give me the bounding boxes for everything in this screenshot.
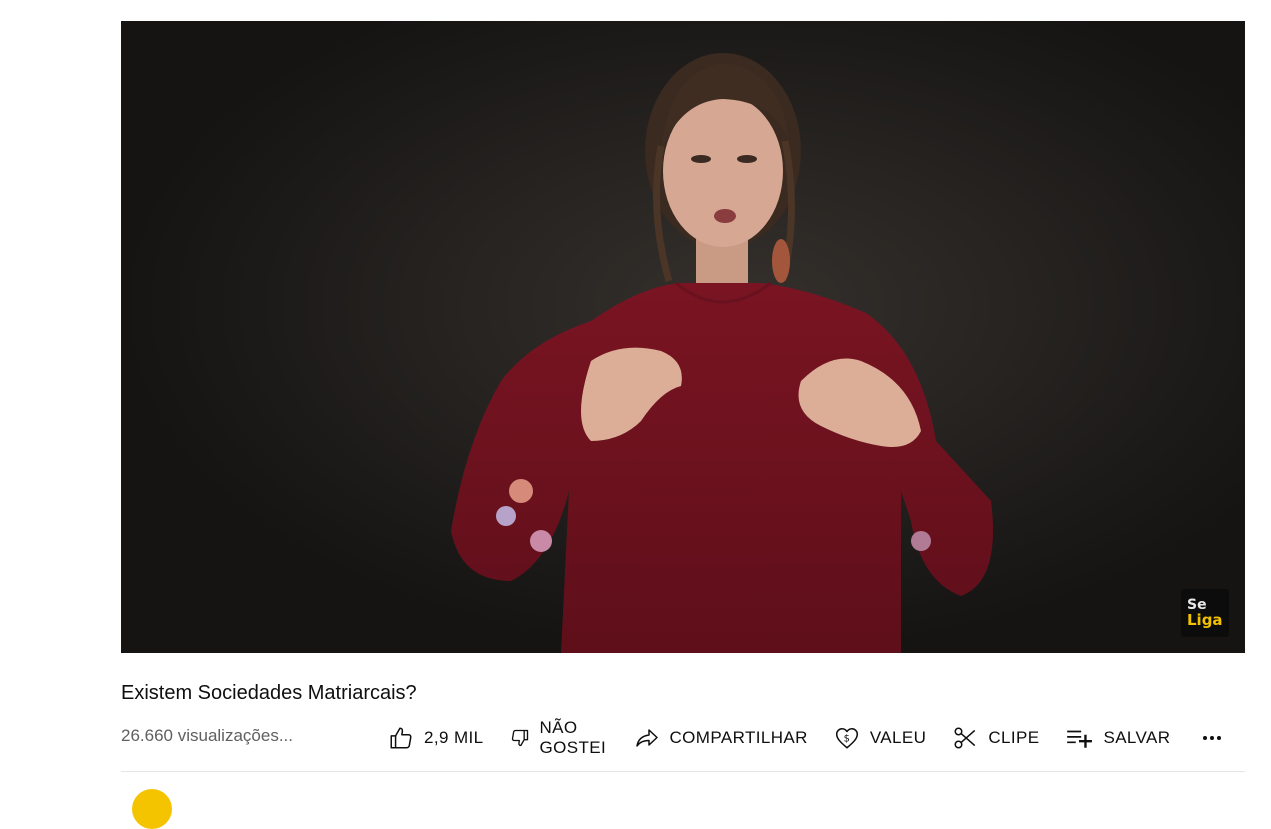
- video-title: Existem Sociedades Matriarcais?: [121, 682, 417, 704]
- like-button[interactable]: 2,9 MIL: [388, 713, 484, 763]
- thumbs-up-icon: [388, 725, 414, 751]
- like-count: 2,9 MIL: [424, 728, 484, 747]
- section-divider: [121, 771, 1245, 772]
- scissors-icon: [952, 725, 978, 751]
- thanks-button[interactable]: $ VALEU: [834, 713, 927, 763]
- clip-label: CLIPE: [988, 728, 1040, 747]
- video-player[interactable]: Se Liga: [121, 21, 1245, 653]
- watermark-text-bottom: Liga: [1187, 611, 1223, 629]
- clip-button[interactable]: CLIPE: [952, 713, 1039, 763]
- share-button[interactable]: COMPARTILHAR: [634, 713, 808, 763]
- save-button[interactable]: SALVAR: [1065, 713, 1170, 763]
- save-label: SALVAR: [1103, 728, 1171, 747]
- view-count[interactable]: 26.660 visualizações...: [121, 726, 293, 746]
- more-horizontal-icon: [1200, 726, 1224, 750]
- svg-text:$: $: [843, 733, 850, 744]
- heart-dollar-icon: $: [834, 725, 860, 751]
- more-actions-button[interactable]: [1200, 713, 1224, 763]
- thumbs-down-icon: [510, 728, 530, 748]
- video-frame: [121, 21, 1245, 653]
- channel-watermark-logo: Se Liga: [1181, 589, 1229, 637]
- thanks-label: VALEU: [869, 728, 927, 747]
- channel-avatar[interactable]: [132, 789, 172, 829]
- action-bar: 2,9 MIL NÃO GOSTEI COMPARTILHAR $ VALEU: [388, 713, 1224, 763]
- dislike-button[interactable]: NÃO GOSTEI: [510, 713, 610, 763]
- share-arrow-icon: [634, 726, 660, 750]
- share-label: COMPARTILHAR: [669, 728, 808, 747]
- dislike-label: NÃO GOSTEI: [539, 718, 607, 757]
- playlist-add-icon: [1065, 726, 1093, 750]
